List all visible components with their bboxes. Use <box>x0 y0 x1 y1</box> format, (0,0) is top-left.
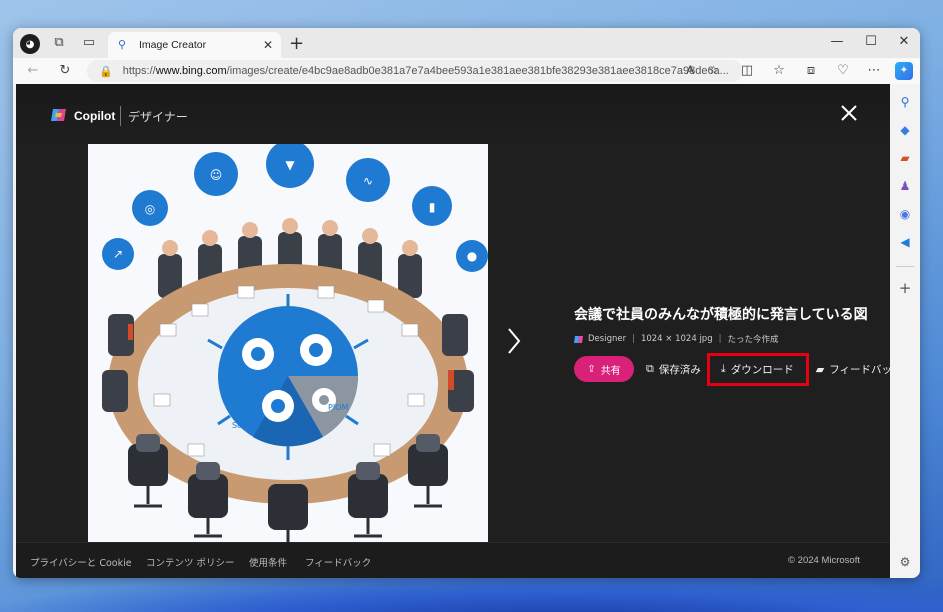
tab-title: Image Creator <box>139 39 207 51</box>
feedback-icon: ▰ <box>815 362 825 376</box>
svg-text:∿: ∿ <box>363 174 373 188</box>
meta-source: Designer <box>588 334 627 344</box>
games-icon[interactable]: ♟ <box>897 178 913 194</box>
maximize-button[interactable]: ☐ <box>861 34 881 49</box>
footer-link-privacy[interactable]: プライバシーと Cookie <box>30 555 132 569</box>
vertical-tabs-icon[interactable]: ▭ <box>81 35 97 51</box>
search-icon[interactable]: ⚲ <box>897 94 913 110</box>
copilot-logo-icon <box>51 109 66 121</box>
more-menu-icon[interactable]: ⋯ <box>865 62 883 80</box>
meeting-illustration: ☺ ▼ ∿ ▮ ◎ ↗ ● Sosum PIOM <box>88 144 488 544</box>
collections-icon[interactable]: ⧈ <box>802 62 820 80</box>
address-bar[interactable]: 🔒 https://www.bing.com/images/create/e4b… <box>87 60 743 82</box>
page-content: Copilot デザイナー ☺ ▼ ∿ ▮ ◎ ↗ ● Sosum PIOM 会… <box>16 84 892 578</box>
designer-link[interactable]: デザイナー <box>128 108 188 125</box>
svg-text:↗: ↗ <box>113 247 123 261</box>
footer-link-terms[interactable]: 使用条件 <box>249 555 287 569</box>
browser-window: ◕ ⧉ ▭ ⚲ Image Creator ✕ + — ☐ ✕ ← ↻ 🔒 ht… <box>13 28 920 578</box>
desktop-wallpaper <box>0 572 943 612</box>
tab-image-creator[interactable]: ⚲ Image Creator ✕ <box>108 32 281 58</box>
viewer-footer: プライバシーと Cookie コンテンツ ポリシー 使用条件 フィードバック ©… <box>16 542 890 578</box>
feedback-button[interactable]: ▰ フィードバッ <box>816 362 892 377</box>
meta-separator: | <box>632 334 635 344</box>
meta-separator: | <box>718 334 722 344</box>
minimize-button[interactable]: — <box>827 34 847 49</box>
saved-button[interactable]: ⧉ 保存済み <box>646 362 701 377</box>
tab-strip: ◕ ⧉ ▭ ⚲ Image Creator ✕ + — ☐ ✕ <box>13 28 920 58</box>
svg-text:●: ● <box>467 249 477 263</box>
image-meta: Designer | 1024 × 1024 jpg | たった今作成 <box>574 333 779 345</box>
svg-text:▼: ▼ <box>285 158 295 172</box>
search-icon: ⚲ <box>118 39 127 51</box>
browser-essentials-icon[interactable]: ♡ <box>834 62 852 80</box>
toolbar: ← ↻ 🔒 https://www.bing.com/images/create… <box>13 58 920 84</box>
close-window-button[interactable]: ✕ <box>894 34 914 49</box>
copilot-icon[interactable]: ✦ <box>895 62 913 80</box>
footer-link-feedback[interactable]: フィードバック <box>305 555 371 569</box>
share-icon: ⇪ <box>587 363 596 375</box>
designer-logo-icon <box>574 335 583 343</box>
saved-icon: ⧉ <box>646 362 654 375</box>
svg-text:◎: ◎ <box>145 202 155 216</box>
saved-label: 保存済み <box>658 363 701 376</box>
settings-gear-icon[interactable]: ⚙ <box>897 554 913 570</box>
read-aloud-icon[interactable]: A <box>686 63 708 77</box>
refresh-icon[interactable]: ↻ <box>56 62 74 80</box>
new-tab-button[interactable]: + <box>289 33 304 54</box>
outlook-icon[interactable]: ◀ <box>897 234 913 250</box>
sidebar-divider <box>896 266 914 267</box>
favorites-icon[interactable]: ☆ <box>770 62 788 80</box>
download-highlight-box <box>707 353 809 386</box>
shopping-tag-icon[interactable]: ◆ <box>897 122 913 138</box>
image-label-right: PIOM <box>328 403 348 412</box>
viewer-header: Copilot デザイナー <box>16 84 890 142</box>
svg-text:☺: ☺ <box>210 168 223 182</box>
share-button[interactable]: ⇪ 共有 <box>574 356 634 382</box>
brand-name[interactable]: Copilot <box>74 109 115 123</box>
lock-icon[interactable]: 🔒 <box>99 65 113 78</box>
add-sidebar-app-icon[interactable]: + <box>897 280 913 296</box>
address-bar-icons: A☆ <box>686 63 733 77</box>
tools-icon[interactable]: ▰ <box>897 150 913 166</box>
microsoft365-icon[interactable]: ◉ <box>897 206 913 222</box>
header-divider <box>120 106 121 126</box>
url-host: www.bing.com <box>155 65 227 77</box>
favorite-star-icon[interactable]: ☆ <box>708 63 733 77</box>
generated-image[interactable]: ☺ ▼ ∿ ▮ ◎ ↗ ● Sosum PIOM <box>88 144 488 544</box>
profile-avatar[interactable]: ◕ <box>20 34 40 54</box>
feedback-label: フィードバッ <box>829 363 892 376</box>
footer-link-content-policy[interactable]: コンテンツ ポリシー <box>146 555 235 569</box>
close-tab-icon[interactable]: ✕ <box>263 38 273 52</box>
url-path: /images/create/e4bc9ae8adb0e381a7e7a4bee… <box>226 65 729 77</box>
close-viewer-icon[interactable] <box>840 104 858 122</box>
split-screen-icon[interactable]: ◫ <box>738 62 756 80</box>
url-prefix: https:// <box>122 65 156 77</box>
meta-dimensions: 1024 × 1024 jpg <box>640 334 713 344</box>
workspaces-icon[interactable]: ⧉ <box>51 35 67 51</box>
image-label-left: Sosum <box>232 421 259 430</box>
edge-sidebar: ⚲ ◆ ▰ ♟ ◉ ◀ + ⚙ <box>890 84 920 578</box>
back-icon[interactable]: ← <box>24 62 42 80</box>
svg-text:▮: ▮ <box>429 200 436 214</box>
image-viewer-overlay: Copilot デザイナー ☺ ▼ ∿ ▮ ◎ ↗ ● Sosum PIOM 会… <box>16 84 892 578</box>
image-title: 会議で社員のみんなが積極的に発言している図 <box>574 307 868 323</box>
meta-created: たった今作成 <box>727 335 779 345</box>
footer-copyright: © 2024 Microsoft <box>788 555 860 566</box>
next-image-chevron-icon[interactable] <box>506 326 522 356</box>
share-label: 共有 <box>600 365 621 377</box>
